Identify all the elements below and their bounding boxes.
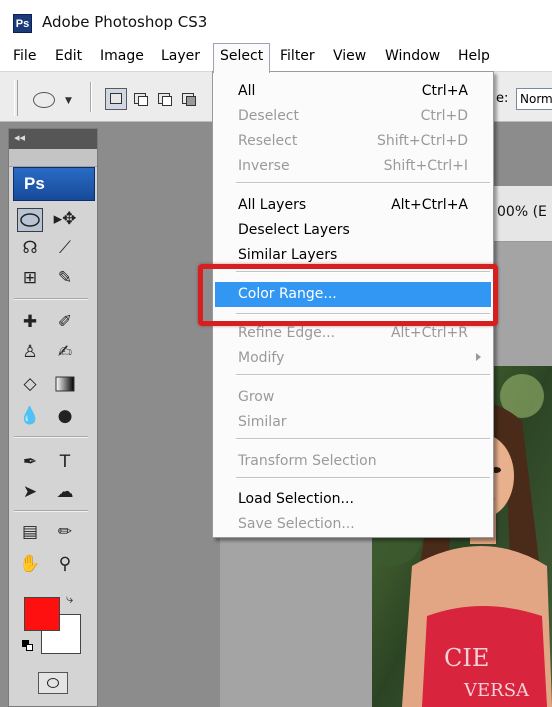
document-title: 00% (E <box>497 204 547 220</box>
gradient-tool-icon[interactable] <box>52 372 78 396</box>
shortcut-deselect: Ctrl+D <box>420 108 468 124</box>
shortcut-reselect: Shift+Ctrl+D <box>377 133 468 149</box>
menu-item-similar-layers[interactable]: Similar Layers <box>238 247 337 263</box>
photoshop-logo-icon: Ps <box>13 14 32 33</box>
svg-text:VERSA: VERSA <box>463 680 530 701</box>
menu-item-deselect: Deselect <box>238 108 299 124</box>
zoom-tool-icon[interactable]: ⚲ <box>52 552 78 576</box>
style-select[interactable]: Norm <box>516 88 552 110</box>
quick-mask-button[interactable] <box>38 672 68 694</box>
elliptical-marquee-tool-icon[interactable] <box>17 208 43 232</box>
menu-item-similar: Similar <box>238 414 287 430</box>
lasso-tool-icon[interactable]: ☊ <box>17 236 43 260</box>
menu-item-all-layers[interactable]: All Layers <box>238 197 306 213</box>
clone-stamp-tool-icon[interactable]: ♙ <box>17 340 43 364</box>
menu-item-deselect-layers[interactable]: Deselect Layers <box>238 222 350 238</box>
menu-view[interactable]: View <box>333 48 366 64</box>
menu-file[interactable]: File <box>13 48 36 64</box>
menu-item-transform-selection: Transform Selection <box>238 453 377 469</box>
tools-panel-header[interactable]: ◂◂ <box>9 129 97 149</box>
style-label: e: <box>496 91 509 106</box>
history-brush-tool-icon[interactable]: ✍ <box>52 340 78 364</box>
elliptical-marquee-icon <box>33 92 55 108</box>
new-selection-button[interactable] <box>105 88 127 110</box>
photoshop-badge[interactable]: Ps <box>13 167 95 201</box>
crop-tool-icon[interactable]: ⊞ <box>17 266 43 290</box>
eyedropper-tool-icon[interactable]: ✏ <box>52 520 78 544</box>
magic-wand-tool-icon[interactable]: ⟋ <box>52 236 78 260</box>
divider <box>90 82 92 112</box>
default-colors-icon[interactable] <box>22 640 34 652</box>
dodge-tool-icon[interactable]: ● <box>52 404 78 428</box>
menu-help[interactable]: Help <box>458 48 490 64</box>
add-to-selection-button[interactable] <box>129 88 151 110</box>
collapse-icon[interactable]: ◂◂ <box>14 131 25 144</box>
menu-item-load-selection[interactable]: Load Selection... <box>238 491 354 507</box>
menu-layer[interactable]: Layer <box>161 48 200 64</box>
tool-divider <box>14 510 88 512</box>
notes-tool-icon[interactable]: ▤ <box>17 520 43 544</box>
blur-tool-icon[interactable]: 💧 <box>17 404 43 428</box>
tool-preset-picker[interactable]: ▼ <box>33 90 79 112</box>
eraser-tool-icon[interactable]: ◇ <box>17 372 43 396</box>
menu-filter[interactable]: Filter <box>280 48 315 64</box>
tool-divider <box>14 298 88 300</box>
brush-tool-icon[interactable]: ✐ <box>52 310 78 334</box>
hand-tool-icon[interactable]: ✋ <box>17 552 43 576</box>
swap-colors-icon[interactable]: ⤷ <box>66 592 73 607</box>
menu-select[interactable]: Select <box>213 43 271 73</box>
slice-tool-icon[interactable]: ✎ <box>52 266 78 290</box>
shortcut-refine-edge: Alt+Ctrl+R <box>390 325 468 341</box>
menu-item-all[interactable]: All <box>238 83 255 99</box>
dropdown-arrow-icon: ▼ <box>65 96 72 106</box>
menu-item-refine-edge: Refine Edge... <box>238 325 336 341</box>
menu-window[interactable]: Window <box>385 48 440 64</box>
menu-separator <box>236 477 490 479</box>
path-selection-tool-icon[interactable]: ➤ <box>17 480 43 504</box>
options-bar-grip[interactable] <box>14 80 18 116</box>
menu-separator <box>236 438 490 440</box>
subtract-from-selection-button[interactable] <box>153 88 175 110</box>
tool-divider <box>14 436 88 438</box>
menu-item-inverse: Inverse <box>238 158 290 174</box>
tools-panel-grip[interactable] <box>9 149 97 167</box>
healing-brush-tool-icon[interactable]: ✚ <box>17 310 43 334</box>
menu-item-grow: Grow <box>238 389 275 405</box>
foreground-color-swatch[interactable] <box>24 597 60 631</box>
menu-bar: File Edit Image Layer Select Filter View… <box>0 40 552 73</box>
type-tool-icon[interactable]: T <box>52 450 78 474</box>
shortcut-all: Ctrl+A <box>421 83 468 99</box>
menu-item-reselect: Reselect <box>238 133 298 149</box>
menu-separator <box>236 182 490 184</box>
shortcut-all-layers: Alt+Ctrl+A <box>391 197 468 213</box>
custom-shape-tool-icon[interactable]: ☁ <box>52 480 78 504</box>
move-tool-icon[interactable]: ▸✥ <box>52 207 78 231</box>
svg-text:CIE: CIE <box>444 644 489 672</box>
menu-item-modify: Modify <box>238 350 285 366</box>
pen-tool-icon[interactable]: ✒ <box>17 450 43 474</box>
title-bar: Ps Adobe Photoshop CS3 <box>0 0 552 40</box>
app-title: Adobe Photoshop CS3 <box>42 13 208 31</box>
menu-separator <box>236 374 490 376</box>
quick-mask-icon <box>47 678 59 688</box>
intersect-selection-button[interactable] <box>177 88 199 110</box>
menu-image[interactable]: Image <box>100 48 144 64</box>
menu-item-save-selection: Save Selection... <box>238 516 355 532</box>
shortcut-inverse: Shift+Ctrl+I <box>383 158 468 174</box>
submenu-arrow-icon <box>476 353 481 361</box>
menu-edit[interactable]: Edit <box>55 48 82 64</box>
annotation-highlight-box <box>198 264 498 326</box>
